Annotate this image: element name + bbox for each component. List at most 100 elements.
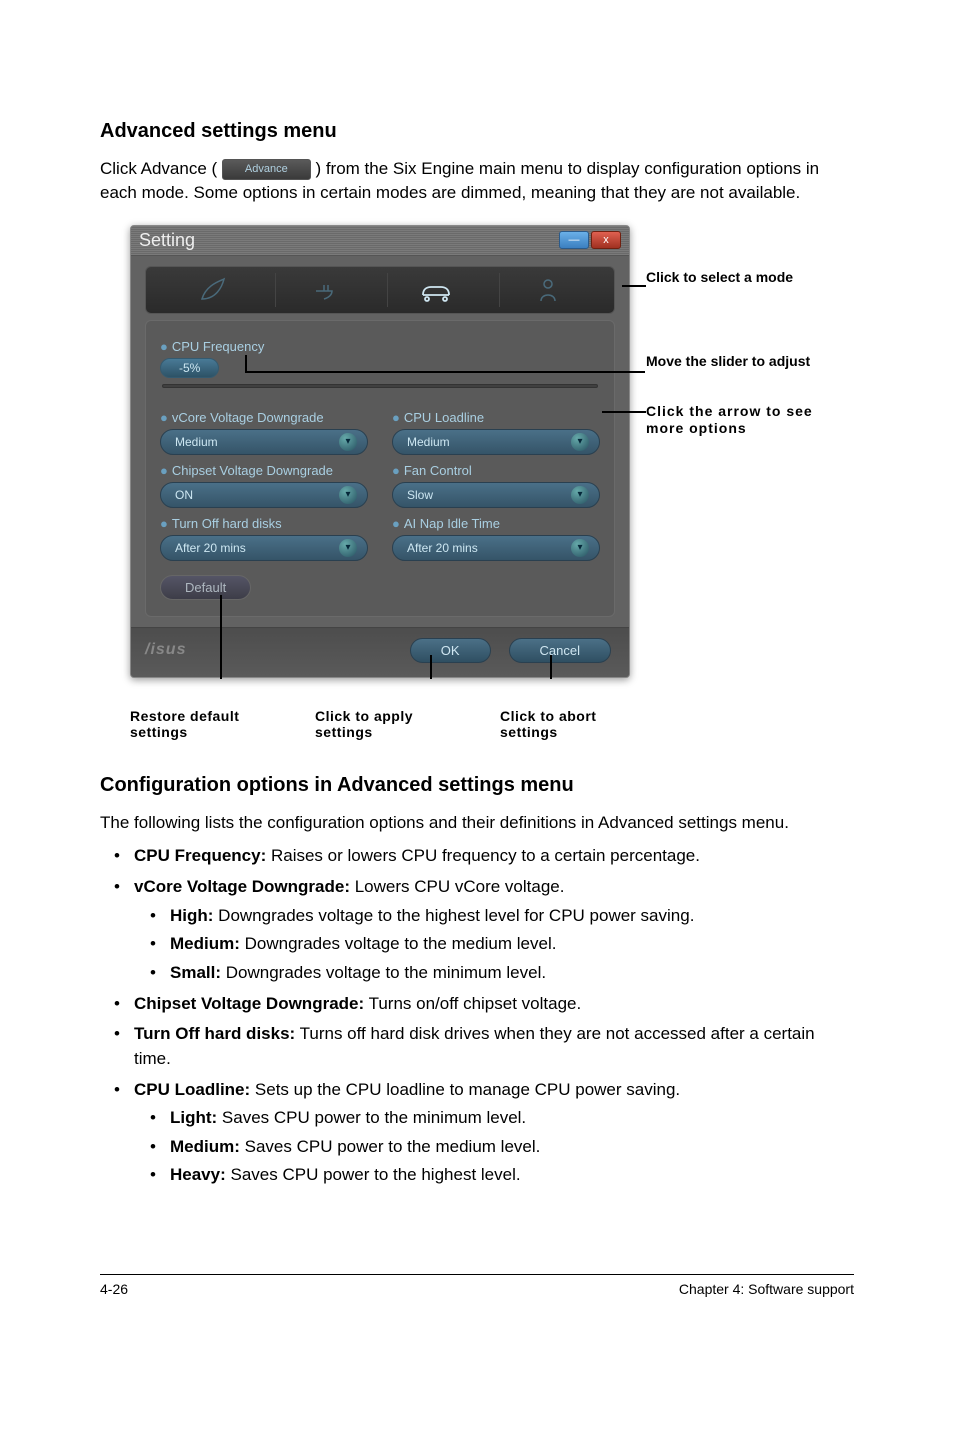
- label-ainap: ●AI Nap Idle Time: [392, 516, 600, 531]
- dropdown-chipset-value: ON: [175, 488, 193, 502]
- config-description: The following lists the configuration op…: [100, 811, 854, 835]
- opt-turnoff-name: Turn Off hard disks:: [134, 1024, 295, 1043]
- opt-vcore-high-desc: Downgrades voltage to the highest level …: [213, 906, 694, 925]
- chevron-down-icon: ▾: [571, 539, 589, 557]
- label-vcore-text: vCore Voltage Downgrade: [172, 410, 324, 425]
- opt-vcore-medium-desc: Downgrades voltage to the medium level.: [240, 934, 557, 953]
- label-loadline: ●CPU Loadline: [392, 410, 600, 425]
- leader-line: [245, 371, 645, 373]
- opt-cpu-frequency-name: CPU Frequency:: [134, 846, 266, 865]
- opt-vcore-small-name: Small:: [170, 963, 221, 982]
- annotation-click-apply: Click to apply settings: [315, 708, 460, 740]
- opt-loadline-light-desc: Saves CPU power to the minimum level.: [217, 1108, 526, 1127]
- titlebar: Setting — x: [131, 226, 629, 256]
- annotation-restore-default: Restore default settings: [130, 708, 275, 740]
- default-button[interactable]: Default: [160, 575, 251, 600]
- opt-vcore-name: vCore Voltage Downgrade:: [134, 877, 350, 896]
- plug-icon: [310, 277, 338, 303]
- heading-config-options: Configuration options in Advanced settin…: [100, 774, 854, 797]
- dropdown-vcore[interactable]: Medium ▾: [160, 429, 368, 455]
- leader-line: [550, 655, 552, 679]
- opt-vcore-small-desc: Downgrades voltage to the minimum level.: [221, 963, 546, 982]
- minimize-button[interactable]: —: [559, 231, 589, 249]
- label-chipset-text: Chipset Voltage Downgrade: [172, 463, 333, 478]
- ok-button[interactable]: OK: [410, 638, 491, 663]
- page-footer: 4-26 Chapter 4: Software support: [100, 1274, 854, 1297]
- dropdown-ainap[interactable]: After 20 mins ▾: [392, 535, 600, 561]
- label-turnoff-text: Turn Off hard disks: [172, 516, 282, 531]
- dropdown-chipset[interactable]: ON ▾: [160, 482, 368, 508]
- opt-loadline: CPU Loadline: Sets up the CPU loadline t…: [100, 1078, 854, 1189]
- chevron-down-icon: ▾: [339, 486, 357, 504]
- opt-cpu-frequency: CPU Frequency: Raises or lowers CPU freq…: [100, 844, 854, 869]
- opt-vcore-high: High: Downgrades voltage to the highest …: [134, 904, 854, 929]
- mode-tab-4[interactable]: [499, 273, 598, 307]
- config-options-list: CPU Frequency: Raises or lowers CPU freq…: [100, 844, 854, 1188]
- opt-loadline-desc: Sets up the CPU loadline to manage CPU p…: [250, 1080, 680, 1099]
- leader-line: [430, 655, 432, 679]
- annotation-move-slider: Move the slider to adjust: [646, 353, 810, 371]
- annotation-click-arrow: Click the arrow to see more options: [646, 403, 826, 438]
- opt-chipset-desc: Turns on/off chipset voltage.: [364, 994, 581, 1013]
- opt-vcore-desc: Lowers CPU vCore voltage.: [350, 877, 564, 896]
- opt-loadline-light-name: Light:: [170, 1108, 217, 1127]
- label-fan-text: Fan Control: [404, 463, 472, 478]
- opt-loadline-name: CPU Loadline:: [134, 1080, 250, 1099]
- dropdown-turnoff[interactable]: After 20 mins ▾: [160, 535, 368, 561]
- intro-before: Click Advance (: [100, 159, 217, 178]
- label-turnoff: ●Turn Off hard disks: [160, 516, 368, 531]
- opt-chipset: Chipset Voltage Downgrade: Turns on/off …: [100, 992, 854, 1017]
- dropdown-vcore-value: Medium: [175, 435, 218, 449]
- mode-tab-3-active[interactable]: [387, 273, 486, 307]
- opt-turnoff: Turn Off hard disks: Turns off hard disk…: [100, 1022, 854, 1071]
- close-button[interactable]: x: [591, 231, 621, 249]
- chevron-down-icon: ▾: [339, 433, 357, 451]
- opt-loadline-medium: Medium: Saves CPU power to the medium le…: [134, 1135, 854, 1160]
- opt-chipset-name: Chipset Voltage Downgrade:: [134, 994, 364, 1013]
- label-fan: ●Fan Control: [392, 463, 600, 478]
- asus-logo: /isus: [145, 641, 186, 659]
- chevron-down-icon: ▾: [571, 486, 589, 504]
- leaf-icon: [198, 277, 226, 303]
- heading-advanced-settings: Advanced settings menu: [100, 120, 854, 143]
- leader-line: [602, 411, 646, 413]
- chapter-label: Chapter 4: Software support: [679, 1281, 854, 1297]
- opt-vcore-medium: Medium: Downgrades voltage to the medium…: [134, 932, 854, 957]
- cancel-button[interactable]: Cancel: [509, 638, 611, 663]
- mode-tab-2[interactable]: [275, 273, 374, 307]
- dropdown-loadline-value: Medium: [407, 435, 450, 449]
- page-number: 4-26: [100, 1281, 128, 1297]
- label-chipset: ●Chipset Voltage Downgrade: [160, 463, 368, 478]
- window-title: Setting: [139, 230, 195, 251]
- dropdown-loadline[interactable]: Medium ▾: [392, 429, 600, 455]
- opt-loadline-heavy-desc: Saves CPU power to the highest level.: [226, 1165, 521, 1184]
- label-ainap-text: AI Nap Idle Time: [404, 516, 500, 531]
- opt-loadline-heavy-name: Heavy:: [170, 1165, 226, 1184]
- opt-vcore-small: Small: Downgrades voltage to the minimum…: [134, 961, 854, 986]
- annotation-select-mode: Click to select a mode: [646, 269, 793, 287]
- dropdown-fan-value: Slow: [407, 488, 433, 502]
- annotation-click-abort: Click to abort settings: [500, 708, 645, 740]
- dropdown-fan[interactable]: Slow ▾: [392, 482, 600, 508]
- leader-line: [622, 285, 646, 287]
- label-loadline-text: CPU Loadline: [404, 410, 484, 425]
- slider-value-pill[interactable]: -5%: [160, 358, 219, 378]
- opt-vcore-high-name: High:: [170, 906, 213, 925]
- opt-loadline-medium-desc: Saves CPU power to the medium level.: [240, 1137, 540, 1156]
- opt-loadline-medium-name: Medium:: [170, 1137, 240, 1156]
- inline-advance-button: Advance: [222, 159, 311, 180]
- leader-line: [220, 595, 222, 679]
- mode-tabs: [145, 266, 615, 314]
- opt-vcore-medium-name: Medium:: [170, 934, 240, 953]
- person-icon: [536, 277, 560, 303]
- label-vcore: ●vCore Voltage Downgrade: [160, 410, 368, 425]
- label-cpu-frequency: ●CPU Frequency: [160, 339, 600, 354]
- chevron-down-icon: ▾: [571, 433, 589, 451]
- opt-loadline-heavy: Heavy: Saves CPU power to the highest le…: [134, 1163, 854, 1188]
- dropdown-ainap-value: After 20 mins: [407, 541, 478, 555]
- opt-vcore: vCore Voltage Downgrade: Lowers CPU vCor…: [100, 875, 854, 986]
- intro-paragraph: Click Advance ( Advance ) from the Six E…: [100, 157, 854, 205]
- dropdown-turnoff-value: After 20 mins: [175, 541, 246, 555]
- mode-tab-1[interactable]: [163, 273, 262, 307]
- cpu-frequency-slider[interactable]: [162, 384, 598, 388]
